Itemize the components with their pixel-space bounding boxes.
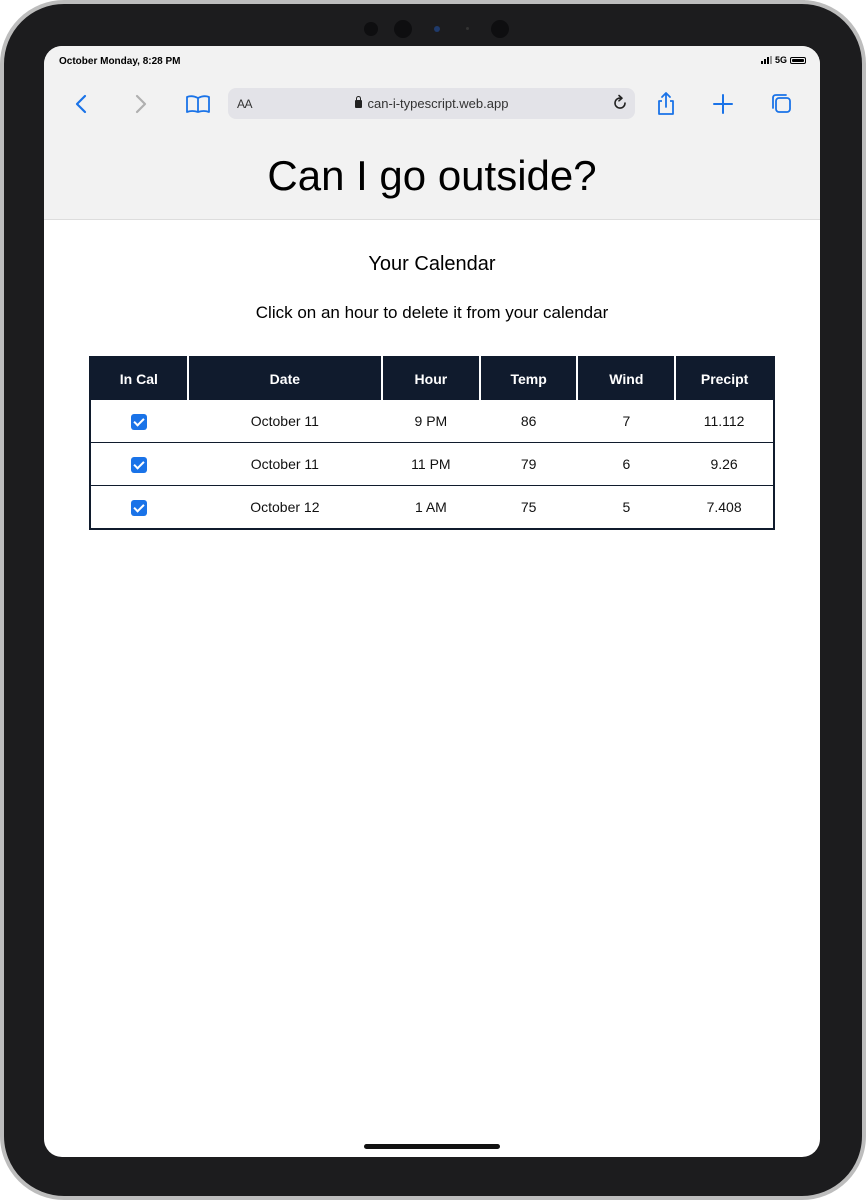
tabs-icon[interactable]: [768, 90, 796, 118]
date-cell: October 11: [187, 399, 383, 443]
calendar-heading: Your Calendar: [368, 253, 496, 275]
browser-toolbar: AA can-i-typescript.web.app: [44, 78, 820, 131]
table-row[interactable]: October 12 1 AM 75 5 7.408: [90, 485, 774, 529]
url-text: can-i-typescript.web.app: [367, 96, 509, 111]
back-icon[interactable]: [68, 90, 96, 118]
date-cell: October 12: [187, 485, 383, 529]
address-bar[interactable]: AA can-i-typescript.web.app: [228, 88, 635, 119]
sensor-icon: [364, 22, 378, 36]
calendar-table: In Cal Date Hour Temp Wind Precipt Octob…: [89, 356, 775, 530]
camera-icon: [394, 20, 412, 38]
column-header-precipt: Precipt: [674, 357, 774, 400]
page-title: Can I go outside?: [267, 152, 597, 199]
wind-cell: 5: [577, 485, 676, 529]
signal-icon: [760, 56, 772, 64]
share-icon[interactable]: [652, 90, 680, 118]
camera-bar: [356, 18, 526, 40]
lens-icon: [491, 20, 509, 38]
column-header-hour: Hour: [381, 357, 480, 400]
column-header-in-cal: In Cal: [89, 357, 188, 400]
top-button: [749, 0, 805, 4]
indicator-icon: [434, 26, 440, 32]
table-row[interactable]: October 11 9 PM 86 7 11.112: [90, 399, 774, 443]
bookmarks-icon[interactable]: [184, 90, 212, 118]
calendar-instruction: Click on an hour to delete it from your …: [255, 303, 609, 322]
in-cal-cell: [90, 442, 188, 486]
in-cal-cell: [90, 485, 188, 529]
site-header: Can I go outside?: [44, 130, 820, 220]
temp-cell: 79: [479, 442, 578, 486]
status-indicators: 5G: [760, 55, 806, 65]
in-cal-checkbox[interactable]: [131, 456, 148, 473]
screen: October Monday, 8:28 PM 5G AA can-i-type…: [44, 46, 820, 1157]
status-bar: October Monday, 8:28 PM 5G: [44, 46, 820, 78]
date-cell: October 11: [187, 442, 383, 486]
precipt-cell: 7.408: [675, 485, 774, 529]
precipt-cell: 9.26: [675, 442, 774, 486]
forward-icon[interactable]: [126, 90, 154, 118]
battery-icon: [790, 56, 806, 64]
url-display: can-i-typescript.web.app: [228, 96, 635, 111]
home-indicator[interactable]: [364, 1144, 500, 1149]
column-header-temp: Temp: [478, 357, 578, 400]
status-datetime: October Monday, 8:28 PM: [59, 56, 181, 67]
reload-icon[interactable]: [611, 94, 629, 112]
table-row[interactable]: October 11 11 PM 79 6 9.26: [90, 442, 774, 486]
table-header-row: In Cal Date Hour Temp Wind Precipt: [89, 357, 774, 400]
lock-icon: [354, 96, 362, 108]
new-tab-icon[interactable]: [709, 90, 737, 118]
column-header-wind: Wind: [576, 357, 676, 400]
mic-icon: [466, 27, 469, 30]
temp-cell: 75: [479, 485, 578, 529]
network-label: 5G: [774, 55, 787, 65]
hour-cell[interactable]: 11 PM: [382, 442, 480, 486]
hour-cell[interactable]: 9 PM: [382, 399, 480, 443]
in-cal-cell: [90, 399, 188, 443]
temp-cell: 86: [479, 399, 578, 443]
wind-cell: 7: [577, 399, 676, 443]
precipt-cell: 11.112: [675, 399, 774, 443]
hour-cell[interactable]: 1 AM: [382, 485, 480, 529]
wind-cell: 6: [577, 442, 676, 486]
in-cal-checkbox[interactable]: [131, 413, 148, 430]
in-cal-checkbox[interactable]: [131, 499, 148, 516]
column-header-date: Date: [186, 357, 383, 400]
